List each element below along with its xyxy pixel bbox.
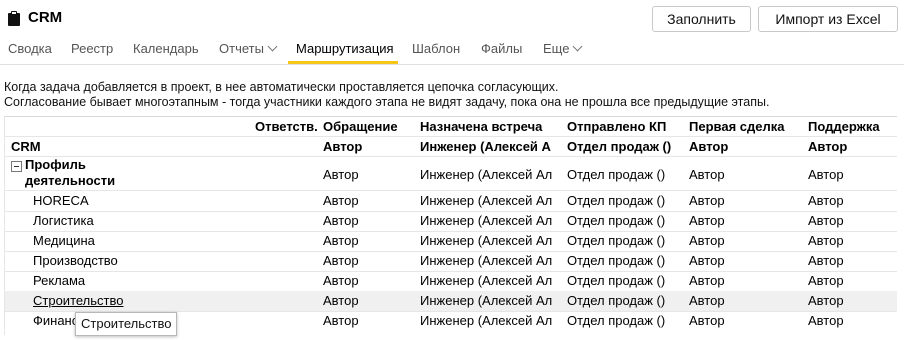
column-header-offer-sent[interactable]: Отправлено КП: [567, 119, 685, 134]
tab-summary[interactable]: Сводка: [8, 41, 52, 56]
column-header-request[interactable]: Обращение: [323, 119, 415, 134]
cell-value[interactable]: Отдел продаж (): [567, 233, 685, 248]
table-row[interactable]: Строительство Автор Инженер (Алексей Ал …: [5, 291, 897, 311]
table-row[interactable]: Медицина Автор Инженер (Алексей Ал Отдел…: [5, 231, 897, 251]
cell-value[interactable]: Инженер (Алексей Ал: [420, 293, 553, 308]
table-row-crm[interactable]: CRM Автор Инженер (Алексей А Отдел прода…: [5, 137, 897, 157]
fill-button[interactable]: Заполнить: [652, 6, 751, 32]
cell-value[interactable]: Автор: [689, 253, 801, 268]
cell-value[interactable]: Автор: [689, 293, 801, 308]
cell-value[interactable]: Автор: [323, 213, 415, 228]
tab-calendar[interactable]: Календарь: [133, 41, 199, 56]
column-header-responsible[interactable]: Ответств.: [255, 119, 319, 134]
row-tooltip: Строительство: [75, 312, 178, 336]
row-label: Медицина: [33, 233, 95, 248]
table-row-group[interactable]: Автор Инженер (Алексей Ал Отдел продаж (…: [5, 165, 897, 185]
tab-bar: Сводка Реестр Календарь Отчеты Маршрутиз…: [0, 36, 904, 65]
cell-value[interactable]: Автор: [689, 139, 801, 154]
info-line-2: Согласование бывает многоэтапным - тогда…: [4, 95, 770, 109]
row-label: Логистика: [33, 213, 94, 228]
cell-value[interactable]: Отдел продаж (): [567, 253, 685, 268]
table-row[interactable]: Реклама Автор Инженер (Алексей Ал Отдел …: [5, 271, 897, 291]
app-title: CRM: [28, 9, 63, 26]
table-row[interactable]: Логистика Автор Инженер (Алексей Ал Отде…: [5, 211, 897, 231]
routing-description: Когда задача добавляется в проект, в нее…: [4, 80, 769, 110]
row-label[interactable]: Строительство: [33, 293, 273, 308]
cell-value[interactable]: Автор: [323, 139, 415, 154]
cell-value[interactable]: Инженер (Алексей Ал: [420, 233, 553, 248]
row-label: Производство: [33, 253, 118, 268]
cell-value[interactable]: Автор: [808, 293, 896, 308]
cell-value[interactable]: Инженер (Алексей А: [420, 139, 553, 154]
cell-value[interactable]: Автор: [689, 233, 801, 248]
cell-value[interactable]: Отдел продаж (): [567, 273, 685, 288]
cell-value[interactable]: Инженер (Алексей Ал: [420, 193, 553, 208]
cell-value[interactable]: Инженер (Алексей Ал: [420, 213, 553, 228]
cell-value[interactable]: Автор: [808, 313, 896, 328]
divider: [5, 156, 897, 157]
cell-value[interactable]: Автор: [323, 293, 415, 308]
cell-value[interactable]: Автор: [808, 273, 896, 288]
column-header-first-deal[interactable]: Первая сделка: [689, 119, 801, 134]
routing-table: Ответств. Обращение Назначена встреча От…: [4, 116, 897, 335]
cell-value[interactable]: Автор: [808, 253, 896, 268]
row-label: CRM: [11, 139, 41, 154]
cell-value[interactable]: Автор: [323, 167, 415, 182]
row-label: Реклама: [33, 273, 86, 288]
table-row[interactable]: HORECA Автор Инженер (Алексей Ал Отдел п…: [5, 191, 897, 211]
cell-value[interactable]: Автор: [808, 193, 896, 208]
cell-value[interactable]: Автор: [689, 213, 801, 228]
cell-value[interactable]: Автор: [689, 273, 801, 288]
cell-value[interactable]: Автор: [808, 233, 896, 248]
tab-more[interactable]: Еще: [543, 41, 583, 56]
column-header-meeting[interactable]: Назначена встреча: [420, 119, 553, 134]
chevron-down-icon: [573, 41, 583, 52]
cell-value[interactable]: Инженер (Алексей Ал: [420, 313, 553, 328]
cell-value[interactable]: Отдел продаж (): [567, 193, 685, 208]
cell-value[interactable]: Отдел продаж (): [567, 313, 685, 328]
cell-value[interactable]: Автор: [323, 273, 415, 288]
clipboard-icon: [8, 11, 20, 26]
row-label: HORECA: [33, 193, 89, 208]
cell-value[interactable]: Отдел продаж (): [567, 167, 685, 182]
cell-value[interactable]: Инженер (Алексей Ал: [420, 167, 553, 182]
top-bar: CRM Заполнить Импорт из Excel: [0, 0, 904, 36]
info-line-1: Когда задача добавляется в проект, в нее…: [4, 80, 559, 94]
active-tab-indicator: [288, 61, 398, 64]
cell-value[interactable]: Отдел продаж (): [567, 139, 685, 154]
cell-value[interactable]: Автор: [323, 253, 415, 268]
cell-value[interactable]: Автор: [689, 167, 801, 182]
cell-value[interactable]: Отдел продаж (): [567, 213, 685, 228]
table-row[interactable]: Производство Автор Инженер (Алексей Ал О…: [5, 251, 897, 271]
column-header-support[interactable]: Поддержка: [808, 119, 896, 134]
tab-routing[interactable]: Маршрутизация: [296, 41, 394, 56]
cell-value[interactable]: Инженер (Алексей Ал: [420, 273, 553, 288]
tab-reports[interactable]: Отчеты: [219, 41, 278, 56]
cell-value[interactable]: Автор: [689, 193, 801, 208]
chevron-down-icon: [267, 41, 278, 52]
cell-value[interactable]: Отдел продаж (): [567, 293, 685, 308]
cell-value[interactable]: Автор: [323, 193, 415, 208]
cell-value[interactable]: Автор: [808, 167, 896, 182]
tab-template[interactable]: Шаблон: [412, 41, 460, 56]
cell-value[interactable]: Автор: [689, 313, 801, 328]
tab-registry[interactable]: Реестр: [71, 41, 113, 56]
import-excel-button[interactable]: Импорт из Excel: [758, 6, 898, 32]
cell-value[interactable]: Автор: [808, 139, 896, 154]
cell-value[interactable]: Автор: [808, 213, 896, 228]
cell-value[interactable]: Инженер (Алексей Ал: [420, 253, 553, 268]
table-header-row: Ответств. Обращение Назначена встреча От…: [5, 117, 897, 137]
cell-value[interactable]: Автор: [323, 233, 415, 248]
tab-files[interactable]: Файлы: [481, 41, 522, 56]
cell-value[interactable]: Автор: [323, 313, 415, 328]
